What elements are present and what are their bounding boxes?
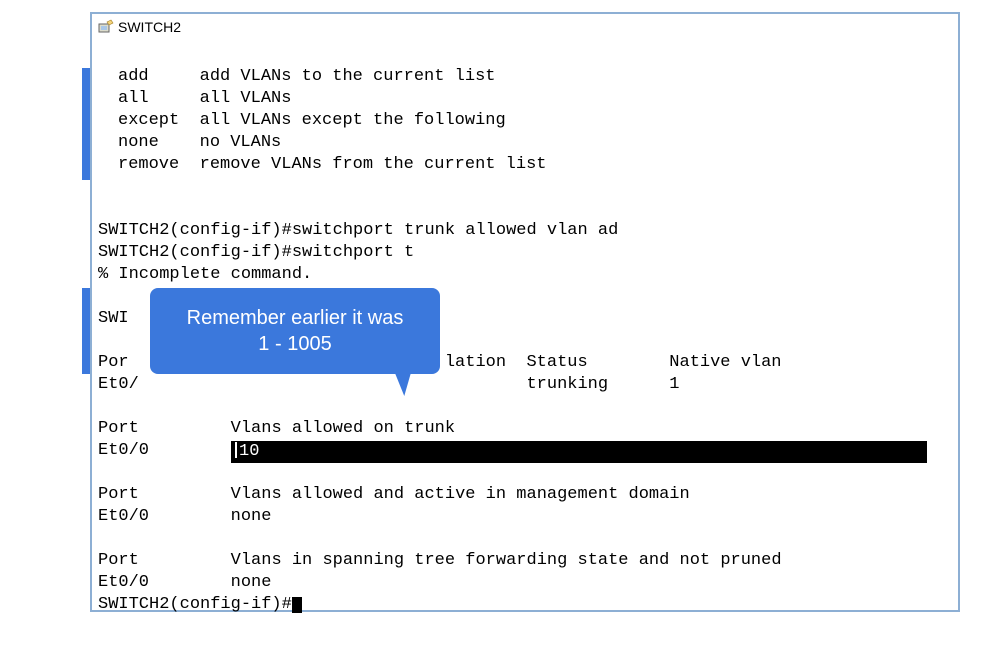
cursor-block-icon — [292, 597, 302, 613]
section-label: Port — [98, 551, 139, 570]
section-label: Port — [98, 419, 139, 438]
window-title-bar[interactable]: SWITCH2 — [92, 14, 958, 40]
output-line: SWITCH2(config-if)#switchport trunk allo… — [98, 198, 958, 616]
section-label: Port — [98, 485, 139, 504]
annotation-callout: Remember earlier it was 1 - 1005 — [150, 288, 440, 374]
putty-icon — [98, 19, 114, 35]
callout-text: Remember earlier it was 1 - 1005 — [187, 305, 404, 357]
window-title: SWITCH2 — [118, 19, 181, 35]
help-row: add add VLANs to the current list — [118, 67, 495, 86]
help-row: all all VLANs — [118, 89, 291, 108]
highlighted-value: 10 — [231, 441, 927, 463]
help-row: except all VLANs except the following — [118, 111, 506, 130]
help-row: remove remove VLANs from the current lis… — [118, 155, 546, 174]
help-row: none no VLANs — [118, 133, 281, 152]
help-listing: add add VLANs to the current list all al… — [98, 66, 958, 176]
prompt-line[interactable]: SWITCH2(config-if)# — [98, 595, 292, 614]
text-cursor-icon — [235, 442, 237, 458]
